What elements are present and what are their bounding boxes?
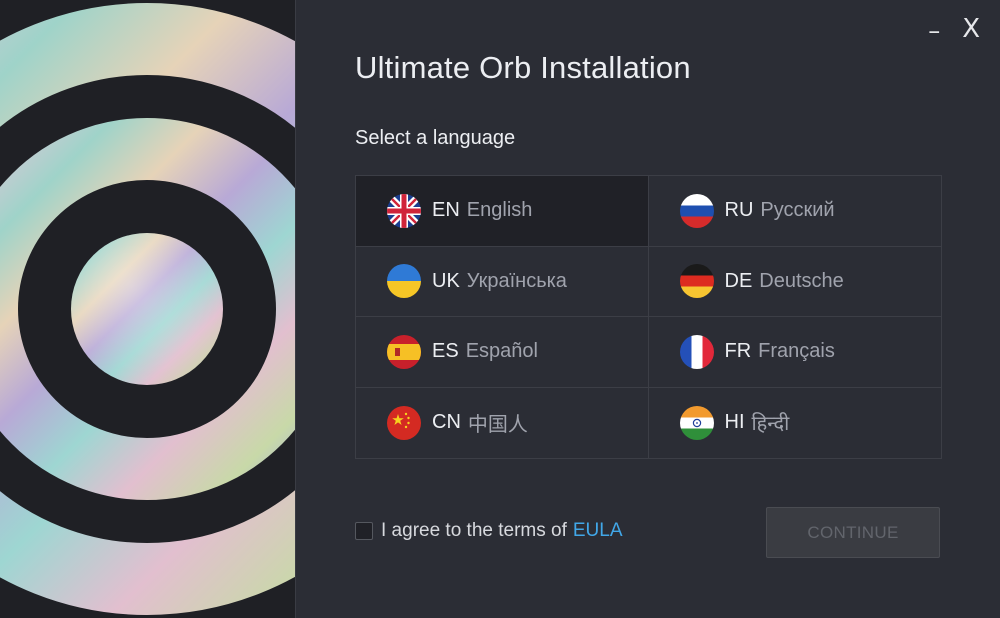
language-option-es[interactable]: ES Español	[356, 317, 649, 388]
language-code: FR	[724, 340, 752, 363]
language-name: English	[466, 199, 533, 222]
language-code: ES	[432, 340, 459, 363]
language-option-en[interactable]: EN English	[356, 176, 649, 247]
language-code: CN	[432, 411, 461, 434]
language-name: Русский	[760, 199, 835, 222]
language-name: Français	[758, 340, 835, 363]
agree-label: I agree to the terms of	[381, 520, 567, 541]
ukraine-flag-icon	[387, 264, 421, 299]
agree-checkbox[interactable]	[355, 522, 373, 540]
language-code: EN	[432, 199, 460, 222]
page-title: Ultimate Orb Installation	[355, 50, 691, 85]
language-name: 中国人	[467, 414, 528, 437]
spain-flag-icon	[387, 334, 421, 369]
window-controls: – X	[928, 14, 980, 44]
language-code: DE	[724, 269, 753, 292]
language-name: Español	[465, 340, 538, 363]
eula-link[interactable]: EULA	[573, 520, 623, 542]
language-option-uk[interactable]: UK Українська	[356, 246, 649, 317]
india-flag-icon	[679, 405, 714, 440]
language-heading: Select a language	[355, 127, 516, 149]
uk-flag-icon	[387, 193, 421, 228]
minimize-button[interactable]: –	[928, 18, 940, 44]
close-button[interactable]: X	[962, 16, 980, 42]
language-name: हिन्दी	[751, 413, 790, 436]
france-flag-icon	[679, 334, 714, 369]
language-code: RU	[724, 199, 754, 222]
orb-rings-image	[0, 3, 295, 615]
language-grid: EN English RU Русский UK Українська DE D…	[355, 175, 942, 459]
orb-artwork	[0, 0, 296, 618]
language-option-hi[interactable]: HI हिन्दी	[648, 387, 941, 458]
language-code: UK	[432, 269, 460, 292]
language-name: Deutsche	[759, 269, 844, 292]
language-option-cn[interactable]: CN 中国人	[356, 387, 649, 458]
china-flag-icon	[387, 405, 421, 440]
language-option-fr[interactable]: FR Français	[648, 317, 941, 388]
language-option-de[interactable]: DE Deutsche	[648, 246, 941, 317]
language-name: Українська	[466, 269, 567, 292]
eula-agreement: I agree to the terms of EULA	[355, 520, 623, 542]
language-option-ru[interactable]: RU Русский	[648, 176, 941, 247]
russia-flag-icon	[679, 193, 714, 228]
language-code: HI	[724, 411, 745, 434]
germany-flag-icon	[679, 264, 714, 299]
continue-button[interactable]: CONTINUE	[766, 507, 940, 558]
